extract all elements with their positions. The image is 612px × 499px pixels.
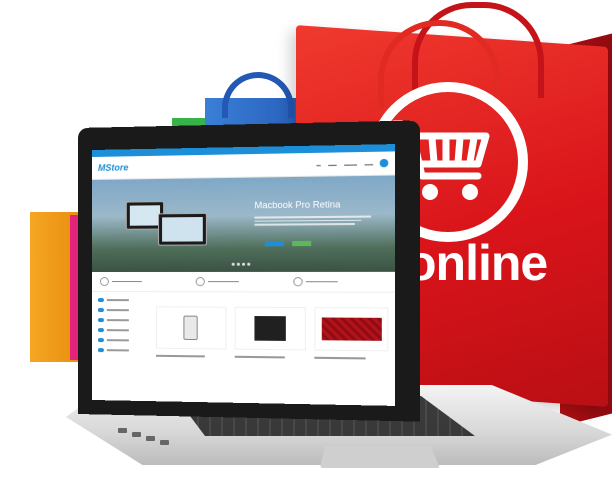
tablet-image [158, 212, 207, 246]
sidebar-item[interactable] [97, 328, 156, 333]
usb-port [118, 428, 127, 433]
blue-bag-handle [222, 72, 294, 118]
product-image[interactable] [234, 306, 307, 351]
site-logo[interactable]: MStore [98, 162, 128, 173]
product-caption [156, 354, 205, 357]
nav-item[interactable]: ▬ [316, 162, 320, 167]
hero-title: Macbook Pro Retina [254, 199, 341, 211]
category-sidebar [97, 298, 156, 359]
slider-dots[interactable] [231, 262, 251, 266]
content-area [92, 292, 395, 362]
feature-item [195, 277, 285, 287]
site-nav: ▬ ▬▬ ▬▬▬ ▬▬ [316, 161, 373, 167]
hero-primary-button[interactable] [264, 241, 284, 247]
product-image[interactable] [314, 307, 389, 352]
sidebar-item[interactable] [97, 338, 156, 343]
feature-item [99, 277, 187, 287]
product-image[interactable] [156, 306, 227, 350]
product-caption [234, 355, 285, 358]
feature-item [293, 277, 387, 287]
online-caption: online [406, 235, 548, 291]
nav-item[interactable]: ▬▬ [328, 161, 337, 166]
laptop-screen: MStore ▬ ▬▬ ▬▬▬ ▬▬ Macbook Pro Retina [92, 144, 395, 406]
product-caption [314, 356, 367, 359]
laptop-trackpad [320, 446, 440, 468]
product-card[interactable] [156, 298, 227, 360]
sidebar-item[interactable] [97, 348, 156, 353]
usb-port [132, 432, 141, 437]
sidebar-item[interactable] [97, 318, 156, 323]
sidebar-item[interactable] [97, 308, 156, 313]
features-row [92, 271, 395, 293]
usb-port [146, 436, 155, 441]
usb-port [160, 440, 169, 445]
product-grid [156, 298, 389, 362]
hero-banner: Macbook Pro Retina [92, 175, 395, 272]
product-card[interactable] [234, 299, 307, 361]
hero-secondary-button[interactable] [292, 240, 312, 247]
nav-item[interactable]: ▬▬ [365, 161, 374, 166]
scene: online MStore ▬ ▬▬ ▬▬▬ ▬▬ Macbook Pro Re… [0, 0, 612, 499]
sidebar-item[interactable] [97, 298, 156, 303]
cart-bubble-icon[interactable] [379, 158, 389, 168]
nav-item[interactable]: ▬▬▬ [344, 161, 357, 166]
hero-description [254, 215, 372, 228]
product-card[interactable] [314, 299, 389, 362]
